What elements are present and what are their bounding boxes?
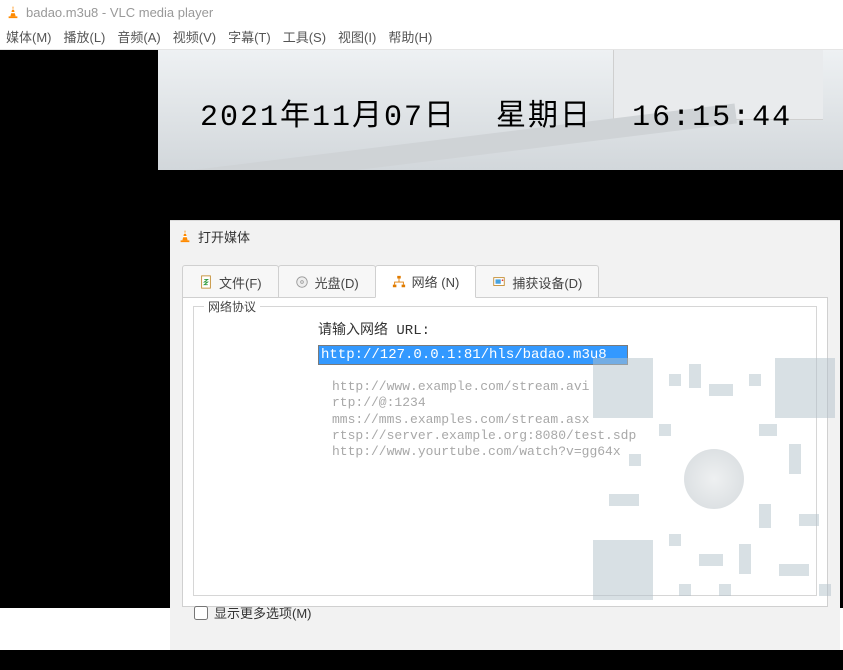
video-area: 2021年11月07日 星期日 16:15:44 打开媒体 文件(F) 光盘(D…	[0, 50, 843, 608]
vlc-cone-icon	[6, 5, 20, 19]
menubar: 媒体(M) 播放(L) 音频(A) 视频(V) 字幕(T) 工具(S) 视图(I…	[0, 24, 843, 50]
window-titlebar: badao.m3u8 - VLC media player	[0, 0, 843, 24]
menu-media[interactable]: 媒体(M)	[6, 27, 52, 46]
menu-help[interactable]: 帮助(H)	[388, 27, 432, 46]
url-prompt-label: 请输入网络 URL:	[208, 319, 802, 339]
video-overlay-timestamp: 2021年11月07日 星期日 16:15:44	[200, 90, 833, 135]
menu-subtitle[interactable]: 字幕(T)	[228, 27, 271, 46]
tab-file-label: 文件(F)	[219, 273, 262, 292]
show-more-options-label: 显示更多选项(M)	[214, 603, 312, 622]
tab-disc[interactable]: 光盘(D)	[278, 265, 376, 298]
overlay-time: 16:15:44	[632, 101, 792, 135]
menu-audio[interactable]: 音频(A)	[117, 27, 160, 46]
black-border-bottom	[0, 650, 843, 670]
overlay-date: 2021年11月07日	[200, 101, 456, 135]
show-more-options-checkbox[interactable]	[194, 606, 208, 620]
network-icon	[392, 275, 406, 289]
tab-capture-label: 捕获设备(D)	[512, 273, 582, 292]
window-title: badao.m3u8 - VLC media player	[26, 5, 213, 20]
dialog-title: 打开媒体	[198, 227, 250, 246]
qr-watermark	[589, 354, 839, 604]
dialog-titlebar: 打开媒体	[170, 221, 840, 251]
dialog-tabbar: 文件(F) 光盘(D) 网络 (N) 捕获设备(D)	[170, 251, 840, 298]
capture-icon	[492, 275, 506, 289]
tab-file[interactable]: 文件(F)	[182, 265, 279, 298]
disc-icon	[295, 275, 309, 289]
overlay-weekday: 星期日	[496, 101, 592, 135]
tab-capture[interactable]: 捕获设备(D)	[475, 265, 599, 298]
tab-network-label: 网络 (N)	[412, 272, 460, 291]
show-more-options[interactable]: 显示更多选项(M)	[194, 603, 312, 622]
vlc-cone-icon	[178, 229, 192, 243]
tab-network[interactable]: 网络 (N)	[375, 265, 477, 298]
file-icon	[199, 275, 213, 289]
tab-disc-label: 光盘(D)	[315, 273, 359, 292]
network-url-input[interactable]	[318, 345, 628, 365]
menu-video[interactable]: 视频(V)	[173, 27, 216, 46]
menu-playback[interactable]: 播放(L)	[64, 27, 106, 46]
menu-view[interactable]: 视图(I)	[338, 27, 376, 46]
menu-tools[interactable]: 工具(S)	[283, 27, 326, 46]
fieldset-legend: 网络协议	[204, 298, 260, 315]
